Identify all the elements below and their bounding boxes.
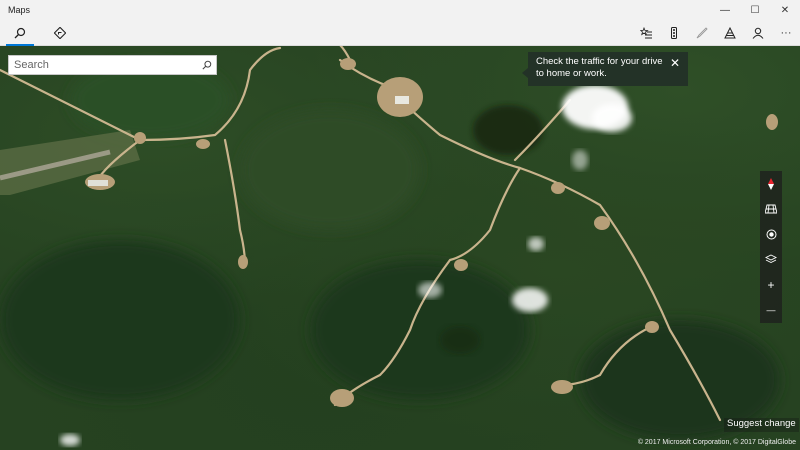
traffic-button[interactable]: [660, 20, 688, 46]
traffic-tip-text: Check the traffic for your drive to home…: [536, 56, 663, 79]
compass-icon: [768, 177, 774, 190]
directions-tab[interactable]: [40, 20, 80, 46]
my-location-button[interactable]: [760, 222, 782, 247]
more-button[interactable]: ···: [772, 20, 800, 46]
more-icon: ···: [780, 26, 792, 39]
zoom-out-button[interactable]: —: [760, 297, 782, 322]
favorites-list-icon: [640, 26, 652, 38]
app-title: Maps: [8, 5, 31, 15]
minimize-button[interactable]: —: [710, 0, 740, 20]
suggest-change-link[interactable]: Suggest change: [724, 418, 799, 432]
account-button[interactable]: [744, 20, 772, 46]
close-icon: ✕: [669, 56, 681, 70]
traffic-light-icon: [671, 26, 677, 39]
search-box[interactable]: [8, 55, 217, 75]
close-tip-button[interactable]: ✕: [668, 56, 682, 70]
search-input[interactable]: [9, 56, 198, 74]
traffic-tip: Check the traffic for your drive to home…: [522, 52, 688, 86]
directions-icon: [54, 26, 66, 39]
title-bar: Maps — ☐ ✕: [0, 0, 800, 20]
compass-button[interactable]: [760, 171, 782, 196]
search-submit-button[interactable]: [198, 60, 216, 70]
ink-button[interactable]: [688, 20, 716, 46]
close-window-button[interactable]: ✕: [770, 0, 800, 20]
favorites-button[interactable]: [632, 20, 660, 46]
top-toolbar: ···: [0, 20, 800, 46]
minus-icon: —: [766, 305, 776, 316]
person-icon: [752, 27, 764, 39]
3d-cities-icon: [724, 26, 736, 38]
search-icon: [14, 27, 26, 38]
layers-icon: [765, 254, 777, 264]
search-tab[interactable]: [0, 20, 40, 46]
pen-icon: [696, 26, 708, 38]
search-icon: [202, 60, 212, 70]
copyright-text: © 2017 Microsoft Corporation, © 2017 Dig…: [637, 439, 796, 446]
location-icon: [766, 229, 776, 240]
grid-tilt-icon: [765, 204, 777, 214]
zoom-in-button[interactable]: +: [760, 272, 782, 297]
tilt-button[interactable]: [760, 196, 782, 221]
maximize-button[interactable]: ☐: [740, 0, 770, 20]
map-control-strip: + —: [760, 171, 782, 323]
map-views-button[interactable]: [760, 247, 782, 272]
plus-icon: +: [767, 277, 775, 292]
3d-cities-button[interactable]: [716, 20, 744, 46]
